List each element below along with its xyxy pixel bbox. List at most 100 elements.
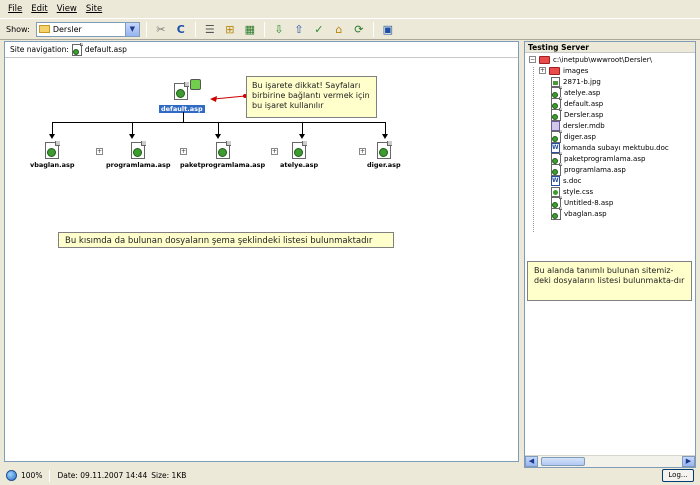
menu-site[interactable]: Site [86,4,102,14]
point-to-file-icon[interactable] [189,79,201,90]
tree-item[interactable]: programlama.asp [551,162,626,176]
site-select-value: Dersler [52,24,82,34]
node-label: atelye.asp [280,161,319,169]
callout-link-hint: Bu işarete dikkat! Sayfaları birbirine b… [246,76,377,118]
tree-item-label: Dersler.asp [564,110,604,119]
tree-item[interactable]: + images [539,65,588,76]
zoom-level: 100% [21,471,43,480]
check-in-icon[interactable]: ⌂ [331,21,347,37]
connector-line [183,112,184,122]
expand-icon[interactable]: + [359,148,366,155]
expand-icon[interactable]: ▣ [380,21,396,37]
refresh-icon[interactable]: C [173,21,189,37]
callout-site-map-hint: Bu kısımda da bulunan dosyaların şema şe… [58,232,394,248]
site-map-icon[interactable]: ⊞ [222,21,238,37]
site-select[interactable]: Dersler ▼ [35,21,140,37]
globe-icon [6,470,17,481]
tree-item[interactable]: style.css [551,186,593,197]
tree-root-label: c:\inetpub\wwwroot\Dersler\ [553,55,652,64]
callout-file-list-text: Bu alanda tanımlı bulunan sitemiz-deki d… [534,266,685,285]
tree-item[interactable]: diger.asp [551,129,596,143]
tree-item-label: 2871-b.jpg [563,77,601,86]
node-label: programlama.asp [106,161,171,169]
tree-item[interactable]: vbaglan.asp [551,206,607,220]
node-label: diger.asp [367,161,401,169]
word-file-icon [551,175,560,186]
tree-item-label: diger.asp [564,132,596,141]
root-node-label: default.asp [159,105,205,113]
tree-item[interactable]: Dersler.asp [551,107,604,121]
asp-file-icon [292,141,308,159]
site-map-pane: Site navigation: default.asp default.asp… [4,41,519,462]
expand-icon[interactable]: + [271,148,278,155]
site-map-node[interactable]: + paketprogramlama.asp [180,141,266,169]
put-icon[interactable]: ⇧ [291,21,307,37]
show-label: Show: [6,24,30,34]
asp-file-icon [376,141,392,159]
arrow-down-icon [382,134,388,139]
site-navigation-label: Site navigation: [10,45,69,54]
tree-item-label: images [563,66,589,75]
toolbar-separator [372,21,374,37]
tree-root[interactable]: − c:\inetpub\wwwroot\Dersler\ [529,54,652,65]
status-separator [49,469,51,482]
site-map-node[interactable]: vbaglan.asp [30,141,75,169]
callout-site-map-text: Bu kısımda da bulunan dosyaların şema şe… [65,236,373,246]
file-date: Date: 09.11.2007 14:44 [57,471,148,480]
tree-item-label: Untitled-8.asp [564,198,614,207]
asp-file-icon [215,141,231,159]
get-icon[interactable]: ⇩ [271,21,287,37]
asp-file-icon [551,162,562,176]
arrow-down-icon [215,134,221,139]
asp-file-icon [173,82,189,100]
tree-item-label: programlama.asp [564,165,626,174]
tree-item[interactable]: komanda subayı mektubu.doc [551,142,669,153]
callout-file-list-hint: Bu alanda tanımlı bulunan sitemiz-deki d… [527,261,692,301]
expand-icon[interactable]: + [539,67,546,74]
menu-view[interactable]: View [57,4,77,14]
arrow-down-icon [129,134,135,139]
expand-icon[interactable]: + [96,148,103,155]
tree-item-label: style.css [563,187,594,196]
toolbar-separator [263,21,265,37]
node-label: paketprogramlama.asp [180,161,266,169]
site-navigation-file[interactable]: default.asp [85,45,127,54]
arrow-down-icon [299,134,305,139]
toolbar: Show: Dersler ▼ ✂ C ☰ ⊞ ▦ ⇩ ⇧ ✓ ⌂ ⟳ ▣ [0,18,700,40]
site-map-options-icon[interactable]: ▦ [242,21,258,37]
site-map-root-node[interactable]: default.asp [159,79,205,113]
asp-file-icon [551,129,562,143]
tree-item-label: dersler.mdb [563,121,605,130]
file-list-icon[interactable]: ☰ [202,21,218,37]
asp-file-icon [71,42,83,56]
menubar: File Edit View Site [0,0,700,18]
menu-file[interactable]: File [8,4,22,14]
tree-item-label: vbaglan.asp [564,209,607,218]
arrow-down-icon [49,134,55,139]
asp-file-icon [551,107,562,121]
expand-icon[interactable]: + [180,148,187,155]
toolbar-separator [194,21,196,37]
disconnect-icon[interactable]: ✂ [153,21,169,37]
tree-item-label: paketprogramlama.asp [564,154,646,163]
site-map-node[interactable]: + diger.asp [359,141,401,169]
file-size: Size: 1KB [151,471,187,480]
site-navigation-bar: Site navigation: default.asp [5,42,518,58]
tree-item[interactable]: paketprogramlama.asp [551,151,646,165]
callout-pointer-arrow [210,94,247,102]
site-map-node[interactable]: + programlama.asp [96,141,171,169]
scroll-thumb[interactable] [541,457,585,466]
check-out-icon[interactable]: ✓ [311,21,327,37]
node-label: vbaglan.asp [30,161,75,169]
site-map-node[interactable]: + atelye.asp [271,141,319,169]
tree-item[interactable]: s.doc [551,175,581,186]
log-button[interactable]: Log... [662,469,694,482]
chevron-down-icon[interactable]: ▼ [124,22,139,36]
folder-icon [38,25,50,33]
menu-edit[interactable]: Edit [31,4,47,14]
synchronize-icon[interactable]: ⟳ [351,21,367,37]
collapse-icon[interactable]: − [529,56,536,63]
tree-item-label: atelye.asp [564,88,601,97]
testing-server-pane: Testing Server − c:\inetpub\wwwroot\Ders… [524,41,696,468]
asp-file-icon [45,141,61,159]
